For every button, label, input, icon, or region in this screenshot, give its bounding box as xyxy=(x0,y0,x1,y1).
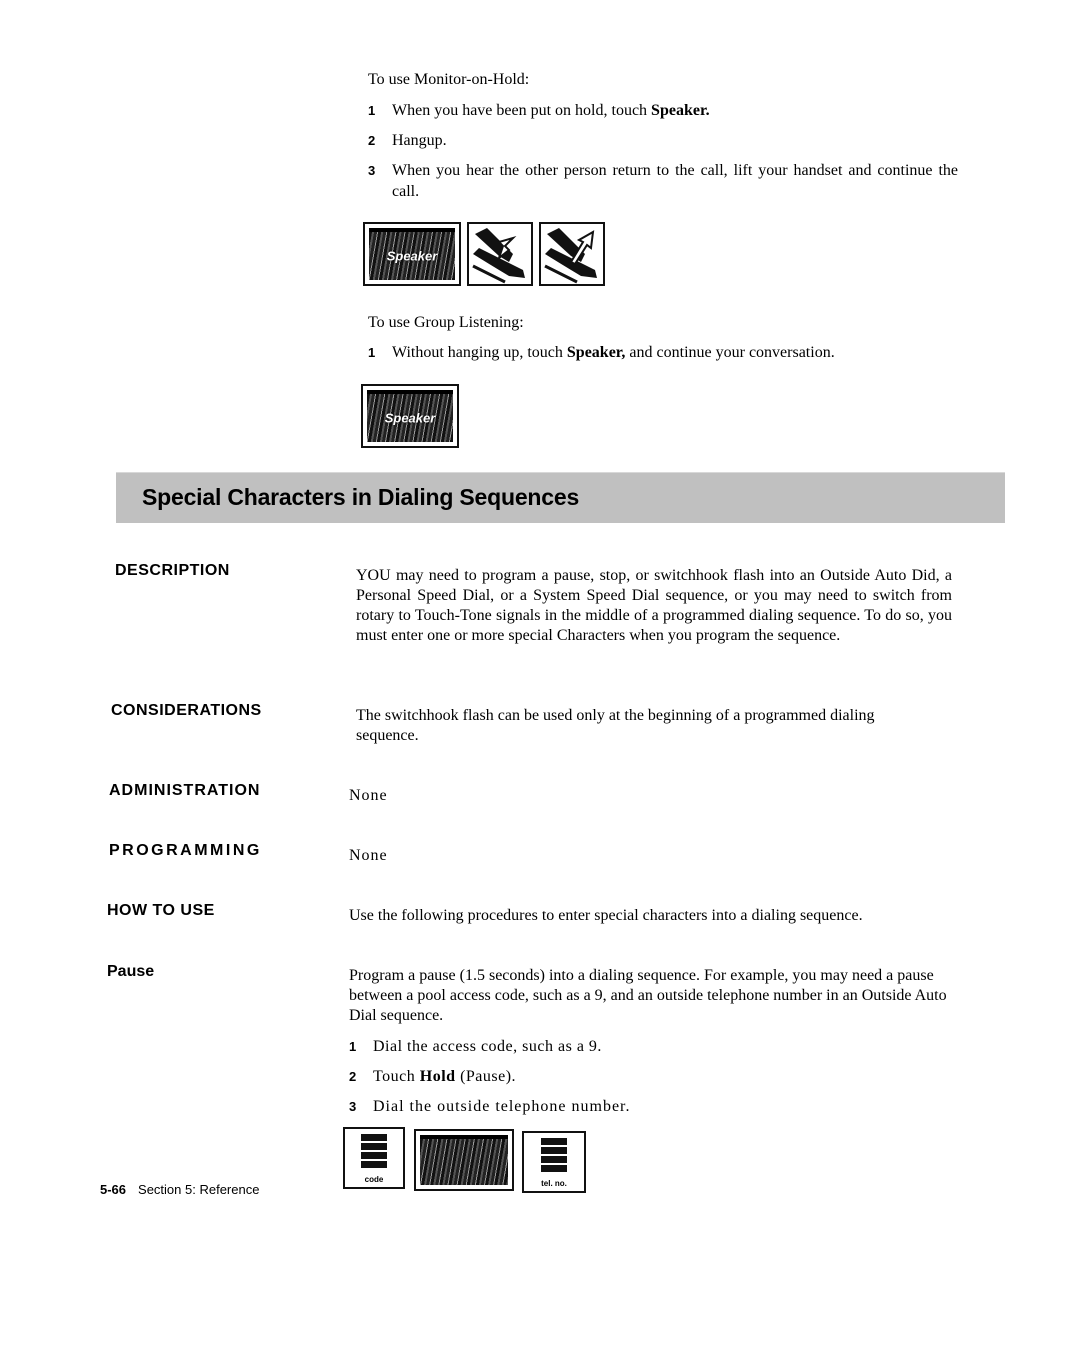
pause-label: Pause xyxy=(107,963,155,980)
handset-up-icon xyxy=(539,222,605,286)
description-label: DESCRIPTION xyxy=(115,562,230,579)
hold-keyword: Hold xyxy=(419,1068,456,1085)
programming-text: None xyxy=(349,847,388,864)
group-step-1: 1 Without hanging up, touch Speaker, and… xyxy=(368,342,968,363)
monitor-step-2: 2 Hangup. xyxy=(368,130,958,151)
step-text: When you have been put on hold, touch xyxy=(392,102,652,119)
section-header-band: Special Characters in Dialing Sequences xyxy=(116,472,1005,523)
monitor-on-hold-intro: To use Monitor-on-Hold: xyxy=(368,71,530,88)
speaker-keyword: Speaker, xyxy=(566,344,626,361)
step-number: 3 xyxy=(349,1099,357,1114)
administration-text: None xyxy=(349,787,388,804)
step-text: Without hanging up, touch xyxy=(392,344,567,361)
section-title: Special Characters in Dialing Sequences xyxy=(142,484,580,510)
page-footer: 5-66 Section 5: Reference xyxy=(100,1182,259,1197)
programming-label: PROGRAMMING xyxy=(109,842,262,859)
dialpad-telno-label: tel. no. xyxy=(541,1179,567,1188)
pause-text: Program a pause (1.5 seconds) into a dia… xyxy=(349,967,947,1024)
administration-label: ADMINISTRATION xyxy=(109,782,261,799)
step-number: 2 xyxy=(349,1069,357,1084)
monitor-step-3: 3 When you hear the other person return … xyxy=(368,160,958,202)
pause-step-3: 3 Dial the outside telephone number. xyxy=(349,1096,631,1117)
how-to-use-text: Use the following procedures to enter sp… xyxy=(349,907,863,924)
description-text: YOU may need to program a pause, stop, o… xyxy=(356,567,952,644)
step-text: and continue your conversation. xyxy=(625,344,835,361)
step-number: 1 xyxy=(368,345,376,360)
step-text: When you hear the other person return to… xyxy=(392,162,958,200)
considerations-label: CONSIDERATIONS xyxy=(111,702,262,719)
group-listening-intro: To use Group Listening: xyxy=(368,314,524,331)
step-number: 1 xyxy=(349,1039,357,1054)
speaker-key-label: Speaker xyxy=(386,248,438,264)
step-text: Dial the access code, such as a 9. xyxy=(373,1038,602,1055)
step-number: 1 xyxy=(368,103,376,118)
speaker-key-icon: Speaker xyxy=(361,384,459,448)
step-text: Dial the outside telephone number. xyxy=(373,1098,631,1115)
step-number: 2 xyxy=(368,133,376,148)
considerations-text: The switchhook flash can be used only at… xyxy=(356,707,875,744)
monitor-step-1: 1 When you have been put on hold, touch … xyxy=(368,100,958,121)
dialpad-code-icon: code xyxy=(343,1127,405,1189)
dialpad-code-label: code xyxy=(364,1175,384,1184)
pause-step-2: 2 Touch Hold (Pause). xyxy=(349,1066,516,1087)
handset-down-icon xyxy=(467,222,533,286)
speaker-key-icon: Speaker xyxy=(363,222,461,286)
pause-step-1: 1 Dial the access code, such as a 9. xyxy=(349,1036,602,1057)
how-to-use-label: HOW TO USE xyxy=(107,902,215,919)
speaker-keyword: Speaker. xyxy=(651,102,710,119)
page-number: 5-66 xyxy=(100,1182,127,1197)
dialpad-telno-icon: tel. no. xyxy=(522,1131,586,1193)
step-number: 3 xyxy=(368,163,376,178)
speaker-key-label: Speaker xyxy=(384,410,436,426)
section-reference: Section 5: Reference xyxy=(138,1182,260,1197)
step-text: (Pause). xyxy=(455,1068,517,1085)
step-text: Hangup. xyxy=(392,132,447,149)
hold-key-icon xyxy=(414,1129,514,1191)
step-text: Touch xyxy=(373,1068,420,1085)
